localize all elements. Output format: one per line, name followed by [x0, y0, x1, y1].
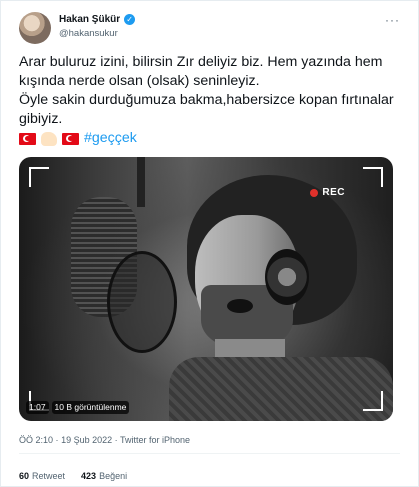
- video-duration: 1:07: [26, 401, 49, 414]
- viewfinder-corner: [363, 391, 383, 411]
- pop-filter: [107, 251, 177, 353]
- video-views: 10 B görüntülenme: [51, 401, 130, 414]
- like-count: 423: [81, 471, 97, 481]
- singer-mouth: [227, 299, 253, 313]
- tweet-date[interactable]: 19 Şub 2022: [61, 435, 112, 445]
- turkish-flag-icon: [62, 132, 79, 145]
- meta-separator: ·: [114, 435, 118, 445]
- display-name[interactable]: Hakan Şükür: [59, 14, 120, 25]
- author-name-row[interactable]: Hakan Şükür ✓: [59, 14, 136, 25]
- mic-stand: [137, 157, 145, 207]
- tweet-timestamp: ÖÖ 2:10 · 19 Şub 2022 · Twitter for iPho…: [19, 435, 190, 445]
- headphone: [265, 249, 309, 305]
- divider: [19, 453, 400, 454]
- verified-badge-icon: ✓: [124, 14, 136, 25]
- retweet-stat[interactable]: 60 Retweet: [19, 471, 65, 481]
- meta-separator: ·: [55, 435, 59, 445]
- tweet-client[interactable]: Twitter for iPhone: [120, 435, 190, 445]
- viewfinder-corner: [29, 167, 49, 187]
- flexed-biceps-icon: [41, 131, 57, 146]
- like-stat[interactable]: 423 Beğeni: [81, 471, 127, 481]
- viewfinder-corner: [363, 167, 383, 187]
- tweet-paragraph-1: Arar buluruz izini, bilirsin Zır deliyiz…: [19, 54, 383, 89]
- tweet-card: Hakan Şükür ✓ @hakansukur ··· Arar bulur…: [0, 0, 419, 487]
- like-label: Beğeni: [99, 471, 128, 481]
- more-options-icon[interactable]: ···: [385, 13, 400, 27]
- retweet-label: Retweet: [32, 471, 66, 481]
- avatar[interactable]: [19, 12, 51, 44]
- tweet-text: Arar buluruz izini, bilirsin Zır deliyiz…: [19, 53, 399, 148]
- turkish-flag-icon: [19, 132, 36, 145]
- rec-indicator: REC: [310, 187, 345, 198]
- tweet-time[interactable]: ÖÖ 2:10: [19, 435, 53, 445]
- video-player[interactable]: REC 1:07 10 B görüntülenme: [19, 157, 393, 421]
- record-dot-icon: [310, 188, 319, 197]
- tweet-paragraph-2: Öyle sakin durduğumuza bakma,habersizce …: [19, 92, 394, 127]
- rec-label: REC: [322, 187, 345, 198]
- singer-shirt: [169, 357, 393, 421]
- video-meta: 1:07 10 B görüntülenme: [26, 401, 130, 414]
- user-handle[interactable]: @hakansukur: [59, 28, 118, 39]
- emoji-hashtag-line: #geççek: [19, 129, 399, 148]
- hashtag-link[interactable]: #geççek: [84, 129, 137, 148]
- retweet-count: 60: [19, 471, 30, 481]
- tweet-stats: 60 Retweet 423 Beğeni: [19, 471, 127, 481]
